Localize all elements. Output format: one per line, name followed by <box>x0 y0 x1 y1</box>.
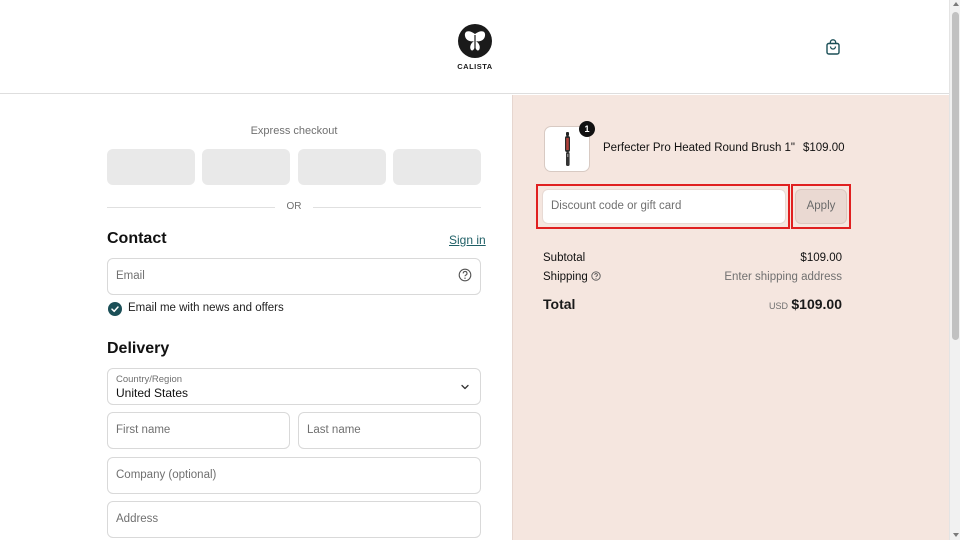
newsletter-label: Email me with news and offers <box>128 302 284 314</box>
scroll-down-arrow-icon[interactable] <box>953 533 959 537</box>
quantity-badge: 1 <box>579 121 595 137</box>
last-name-field[interactable]: Last name <box>298 412 481 449</box>
or-divider: OR <box>107 200 481 214</box>
discount-code-input[interactable]: Discount code or gift card <box>542 189 786 224</box>
address-placeholder: Address <box>116 513 159 525</box>
email-field[interactable]: Email <box>107 258 481 295</box>
page-header: CALISTA <box>0 0 949 94</box>
divider-line-right <box>313 207 481 208</box>
shipping-label-row: Shipping <box>543 271 601 283</box>
newsletter-checkbox[interactable] <box>108 302 122 316</box>
first-name-placeholder: First name <box>116 424 171 436</box>
shipping-value: Enter shipping address <box>724 271 842 283</box>
subtotal-label: Subtotal <box>543 252 586 264</box>
company-placeholder: Company (optional) <box>116 469 217 481</box>
total-currency: USD <box>768 301 788 311</box>
brand-name: CALISTA <box>457 62 493 71</box>
express-checkout-title: Express checkout <box>250 125 338 137</box>
butterfly-logo-icon <box>458 24 492 58</box>
email-placeholder: Email <box>116 270 145 282</box>
checkout-form-panel: Express checkout OR Contact Sign in Emai… <box>0 95 512 540</box>
sign-in-link[interactable]: Sign in <box>449 233 486 247</box>
total-label: Total <box>543 296 576 312</box>
country-select[interactable]: Country/Region United States <box>107 368 481 405</box>
express-pay-button-3[interactable] <box>298 149 386 185</box>
shipping-label: Shipping <box>543 271 588 283</box>
subtotal-value: $109.00 <box>800 252 842 264</box>
company-field[interactable]: Company (optional) <box>107 457 481 494</box>
product-price: $109.00 <box>803 142 845 154</box>
help-circle-icon[interactable] <box>458 268 472 282</box>
chevron-down-icon <box>461 384 469 390</box>
country-label: Country/Region <box>116 374 183 385</box>
help-circle-icon[interactable] <box>591 271 601 281</box>
contact-title: Contact <box>107 230 167 247</box>
brand-logo[interactable]: CALISTA <box>455 24 495 71</box>
page-scrollbar[interactable] <box>949 0 960 540</box>
express-pay-button-1[interactable] <box>107 149 195 185</box>
shopping-bag-icon[interactable] <box>824 38 842 56</box>
country-value: United States <box>116 386 189 400</box>
express-pay-button-4[interactable] <box>393 149 481 185</box>
checkmark-icon <box>111 306 119 313</box>
last-name-placeholder: Last name <box>307 424 361 436</box>
express-pay-button-2[interactable] <box>202 149 290 185</box>
total-value: $109.00 <box>791 296 842 312</box>
address-field[interactable]: Address <box>107 501 481 538</box>
discount-placeholder: Discount code or gift card <box>551 200 682 212</box>
scroll-up-arrow-icon[interactable] <box>953 2 959 6</box>
apply-button[interactable]: Apply <box>795 189 847 224</box>
product-name: Perfecter Pro Heated Round Brush 1" <box>603 142 796 154</box>
delivery-title: Delivery <box>107 340 170 357</box>
first-name-field[interactable]: First name <box>107 412 290 449</box>
scrollbar-thumb[interactable] <box>952 12 959 340</box>
order-summary-panel: 1 Perfecter Pro Heated Round Brush 1" $1… <box>512 95 949 540</box>
